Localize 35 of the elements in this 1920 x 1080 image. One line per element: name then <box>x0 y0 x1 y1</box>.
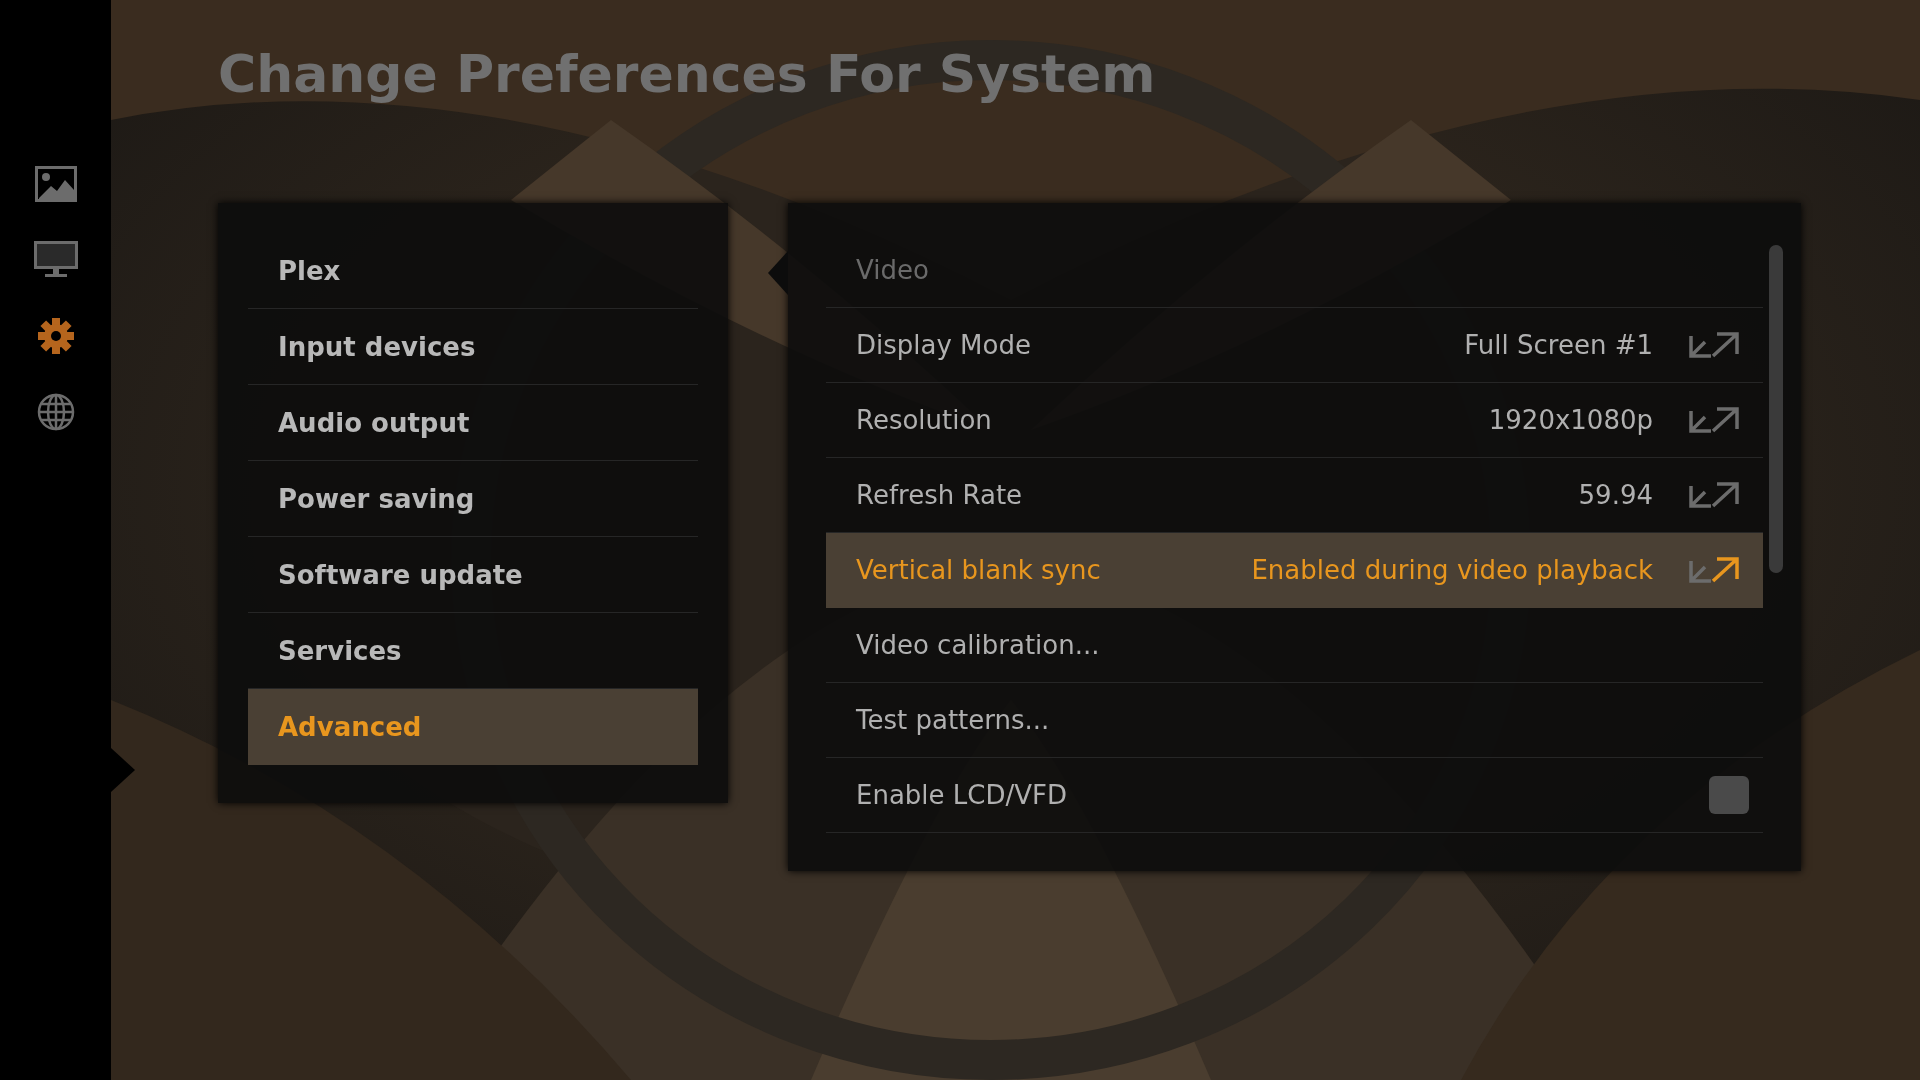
settings-icon <box>36 317 75 355</box>
image-icon <box>34 166 77 202</box>
setting-value: 1920x1080p <box>1488 405 1653 435</box>
expand-arrows-icon <box>1689 407 1739 433</box>
setting-label: Vertical blank sync <box>856 555 1102 585</box>
category-item[interactable]: Audio output <box>248 385 698 461</box>
checkbox[interactable] <box>1709 776 1749 814</box>
section-header: Video <box>856 255 930 285</box>
monitor-icon <box>33 241 78 279</box>
category-item[interactable]: Plex <box>248 233 698 309</box>
page-title: Change Preferences For System <box>218 43 1157 106</box>
setting-row[interactable]: Resolution 1920x1080p <box>826 383 1763 458</box>
setting-label: Resolution <box>856 405 993 435</box>
expand-arrows-icon <box>1689 557 1739 583</box>
setting-row[interactable]: Display Mode Full Screen #1 <box>826 308 1763 383</box>
setting-label: Refresh Rate <box>856 480 1024 510</box>
setting-label: Video calibration... <box>856 630 1101 660</box>
category-item[interactable]: Input devices <box>248 309 698 385</box>
expand-arrows-icon <box>1689 332 1739 358</box>
setting-row[interactable]: Test patterns... <box>826 683 1763 758</box>
category-item[interactable]: Software update <box>248 537 698 613</box>
setting-label: Display Mode <box>856 330 1032 360</box>
setting-value: Enabled during video playback <box>1251 555 1653 585</box>
setting-row[interactable]: Enable LCD/VFD <box>826 758 1763 833</box>
category-item[interactable]: Advanced <box>248 689 698 765</box>
setting-label: Enable LCD/VFD <box>856 780 1068 810</box>
scrollbar[interactable] <box>1769 245 1783 573</box>
expand-arrows-icon <box>1689 482 1739 508</box>
category-item[interactable]: Power saving <box>248 461 698 537</box>
setting-value: 59.94 <box>1578 480 1653 510</box>
setting-row[interactable]: Video calibration... <box>826 608 1763 683</box>
globe-icon <box>36 393 75 431</box>
setting-value: Full Screen #1 <box>1464 330 1653 360</box>
setting-label: Test patterns... <box>856 705 1051 735</box>
setting-row[interactable]: Vertical blank sync Enabled during video playback <box>826 533 1763 608</box>
